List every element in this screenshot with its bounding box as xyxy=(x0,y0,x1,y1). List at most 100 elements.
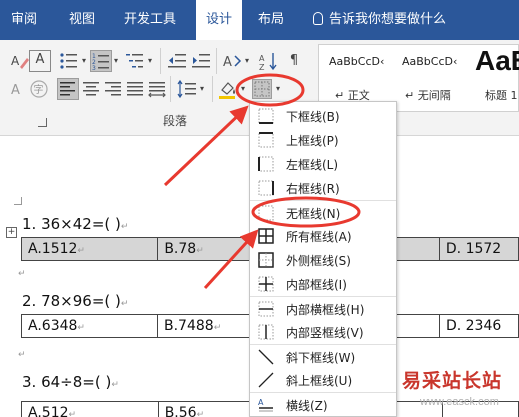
table-cell[interactable]: A.1512↵ xyxy=(20,237,159,261)
question-3: 3. 64÷8=( )↵ xyxy=(22,373,119,391)
ribbon-separator xyxy=(212,76,213,102)
menu-item-inside-borders[interactable]: 内部框线(I) xyxy=(250,272,396,296)
table-cell[interactable]: D. 2346 xyxy=(438,314,519,338)
clear-format-icon[interactable]: A xyxy=(8,50,30,72)
paragraph-mark: ↵ xyxy=(18,269,26,279)
no-border-icon xyxy=(258,205,274,221)
ribbon-tab-bar: 审阅 视图 开发工具 设计 布局 告诉我你想要做什么 xyxy=(0,0,519,40)
sort-icon[interactable]: AZ xyxy=(258,50,280,72)
menu-item-right-border[interactable]: 右框线(R) xyxy=(250,176,396,200)
svg-text:3: 3 xyxy=(92,65,96,71)
watermark-url: www.easck.com xyxy=(420,396,499,408)
paragraph-mark: ↵ xyxy=(18,350,26,360)
tab-layout[interactable]: 布局 xyxy=(251,0,291,40)
menu-item-no-border[interactable]: 无框线(N) xyxy=(250,200,396,224)
top-border-icon xyxy=(258,132,274,148)
menu-item-bottom-border[interactable]: 下框线(B) xyxy=(250,104,396,128)
borders-dropdown-menu: 下框线(B) 上框线(P) 左框线(L) 右框线(R) 无框线(N) 所有框线(… xyxy=(249,101,397,417)
style-heading1-label[interactable]: 标题 1 xyxy=(485,87,518,103)
lightbulb-icon xyxy=(313,12,323,25)
paragraph-group-label: 段落 xyxy=(163,114,188,128)
paragraph-mark: ↵ xyxy=(120,222,129,232)
style-no-spacing-label[interactable]: ↵ 无间隔 xyxy=(405,87,451,103)
increase-indent-icon[interactable] xyxy=(190,50,212,72)
paragraph-dialog-launcher-icon[interactable] xyxy=(38,118,47,127)
tab-view[interactable]: 视图 xyxy=(62,0,102,40)
table-move-handle-icon[interactable]: + xyxy=(6,227,17,238)
character-border-icon[interactable]: A xyxy=(29,50,51,72)
bullets-icon[interactable] xyxy=(58,50,80,72)
all-borders-icon xyxy=(258,228,274,244)
style-normal-preview[interactable]: AaBbCcD‹ xyxy=(329,55,384,68)
menu-item-diagonal-up[interactable]: 斜上框线(U) xyxy=(250,368,396,392)
align-right-icon[interactable] xyxy=(102,78,124,100)
left-border-icon xyxy=(258,156,274,172)
tab-design[interactable]: 设计 xyxy=(196,0,242,40)
margin-corner-mark xyxy=(14,197,22,205)
svg-text:A: A xyxy=(258,398,264,407)
tab-developer[interactable]: 开发工具 xyxy=(115,0,185,40)
menu-item-top-border[interactable]: 上框线(P) xyxy=(250,128,396,152)
inside-vertical-border-icon xyxy=(258,324,274,340)
table-cell[interactable]: A.512↵ xyxy=(21,401,159,417)
enclose-character-icon[interactable]: 字 xyxy=(28,78,50,100)
tell-me-box[interactable]: 告诉我你想要做什么 xyxy=(313,0,446,40)
paragraph-mark: ↵ xyxy=(111,380,119,390)
diagonal-up-border-icon xyxy=(258,372,274,388)
svg-text:Z: Z xyxy=(259,63,265,72)
style-no-spacing-preview[interactable]: AaBbCcD‹ xyxy=(402,55,457,68)
borders-button[interactable] xyxy=(252,79,272,99)
svg-text:字: 字 xyxy=(34,83,44,96)
tell-me-text: 告诉我你想要做什么 xyxy=(329,12,447,27)
question-1: 1. 36×42=( )↵ xyxy=(22,215,129,233)
chinese-layout-dropdown-icon[interactable]: ▾ xyxy=(243,50,251,72)
svg-text:A: A xyxy=(223,55,232,70)
table-cell[interactable]: D. 1572 xyxy=(438,237,519,261)
line-spacing-icon[interactable] xyxy=(176,78,198,100)
phonetic-guide-icon[interactable]: A xyxy=(6,78,28,100)
word-window: 审阅 视图 开发工具 设计 布局 告诉我你想要做什么 A A ▾ 123 ▾ ▾ xyxy=(0,0,519,417)
line-spacing-dropdown-icon[interactable]: ▾ xyxy=(198,78,206,100)
table-cell[interactable]: A.6348↵ xyxy=(21,314,158,338)
horizontal-line-icon: A xyxy=(258,398,273,412)
multilevel-list-icon[interactable] xyxy=(124,50,146,72)
menu-item-left-border[interactable]: 左框线(L) xyxy=(250,152,396,176)
show-marks-icon[interactable]: ¶ xyxy=(283,50,305,72)
menu-item-outside-borders[interactable]: 外侧框线(S) xyxy=(250,248,396,272)
align-center-icon[interactable] xyxy=(80,78,102,100)
shading-dropdown-icon[interactable]: ▾ xyxy=(239,78,247,100)
shading-icon[interactable] xyxy=(217,78,239,100)
menu-item-inside-vertical[interactable]: 内部竖框线(V) xyxy=(250,320,396,344)
chinese-layout-icon[interactable]: A xyxy=(221,50,243,72)
paragraph-mark: ↵ xyxy=(120,299,129,309)
inside-borders-icon xyxy=(258,276,274,292)
svg-text:A: A xyxy=(259,54,265,63)
outside-borders-icon xyxy=(258,252,274,268)
justify-icon[interactable] xyxy=(124,78,146,100)
ribbon-separator xyxy=(216,48,217,74)
menu-item-inside-horizontal[interactable]: 内部横框线(H) xyxy=(250,296,396,320)
menu-item-diagonal-down[interactable]: 斜下框线(W) xyxy=(250,344,396,368)
numbering-dropdown-icon[interactable]: ▾ xyxy=(112,50,120,72)
style-heading1-preview[interactable]: AaB xyxy=(475,45,519,77)
menu-item-horizontal-line[interactable]: A 横线(Z) xyxy=(250,392,396,416)
decrease-indent-icon[interactable] xyxy=(166,50,188,72)
question-2: 2. 78×96=( )↵ xyxy=(22,292,129,310)
numbering-icon[interactable]: 123 xyxy=(90,50,112,72)
align-left-icon[interactable] xyxy=(57,78,79,100)
menu-item-all-borders[interactable]: 所有框线(A) xyxy=(250,224,396,248)
borders-dropdown-icon[interactable]: ▾ xyxy=(273,78,283,100)
svg-text:A: A xyxy=(11,54,20,68)
right-border-icon xyxy=(258,180,274,196)
ribbon-separator xyxy=(160,48,161,74)
watermark-title: 易采站长站 xyxy=(402,370,503,392)
tab-review[interactable]: 审阅 xyxy=(4,0,44,40)
diagonal-down-border-icon xyxy=(258,349,274,365)
multilevel-dropdown-icon[interactable]: ▾ xyxy=(146,50,154,72)
bottom-border-icon xyxy=(258,108,274,124)
inside-horizontal-border-icon xyxy=(258,301,274,317)
bullets-dropdown-icon[interactable]: ▾ xyxy=(80,50,88,72)
distributed-icon[interactable] xyxy=(146,78,168,100)
svg-text:A: A xyxy=(11,83,20,98)
ribbon-separator xyxy=(170,76,171,102)
